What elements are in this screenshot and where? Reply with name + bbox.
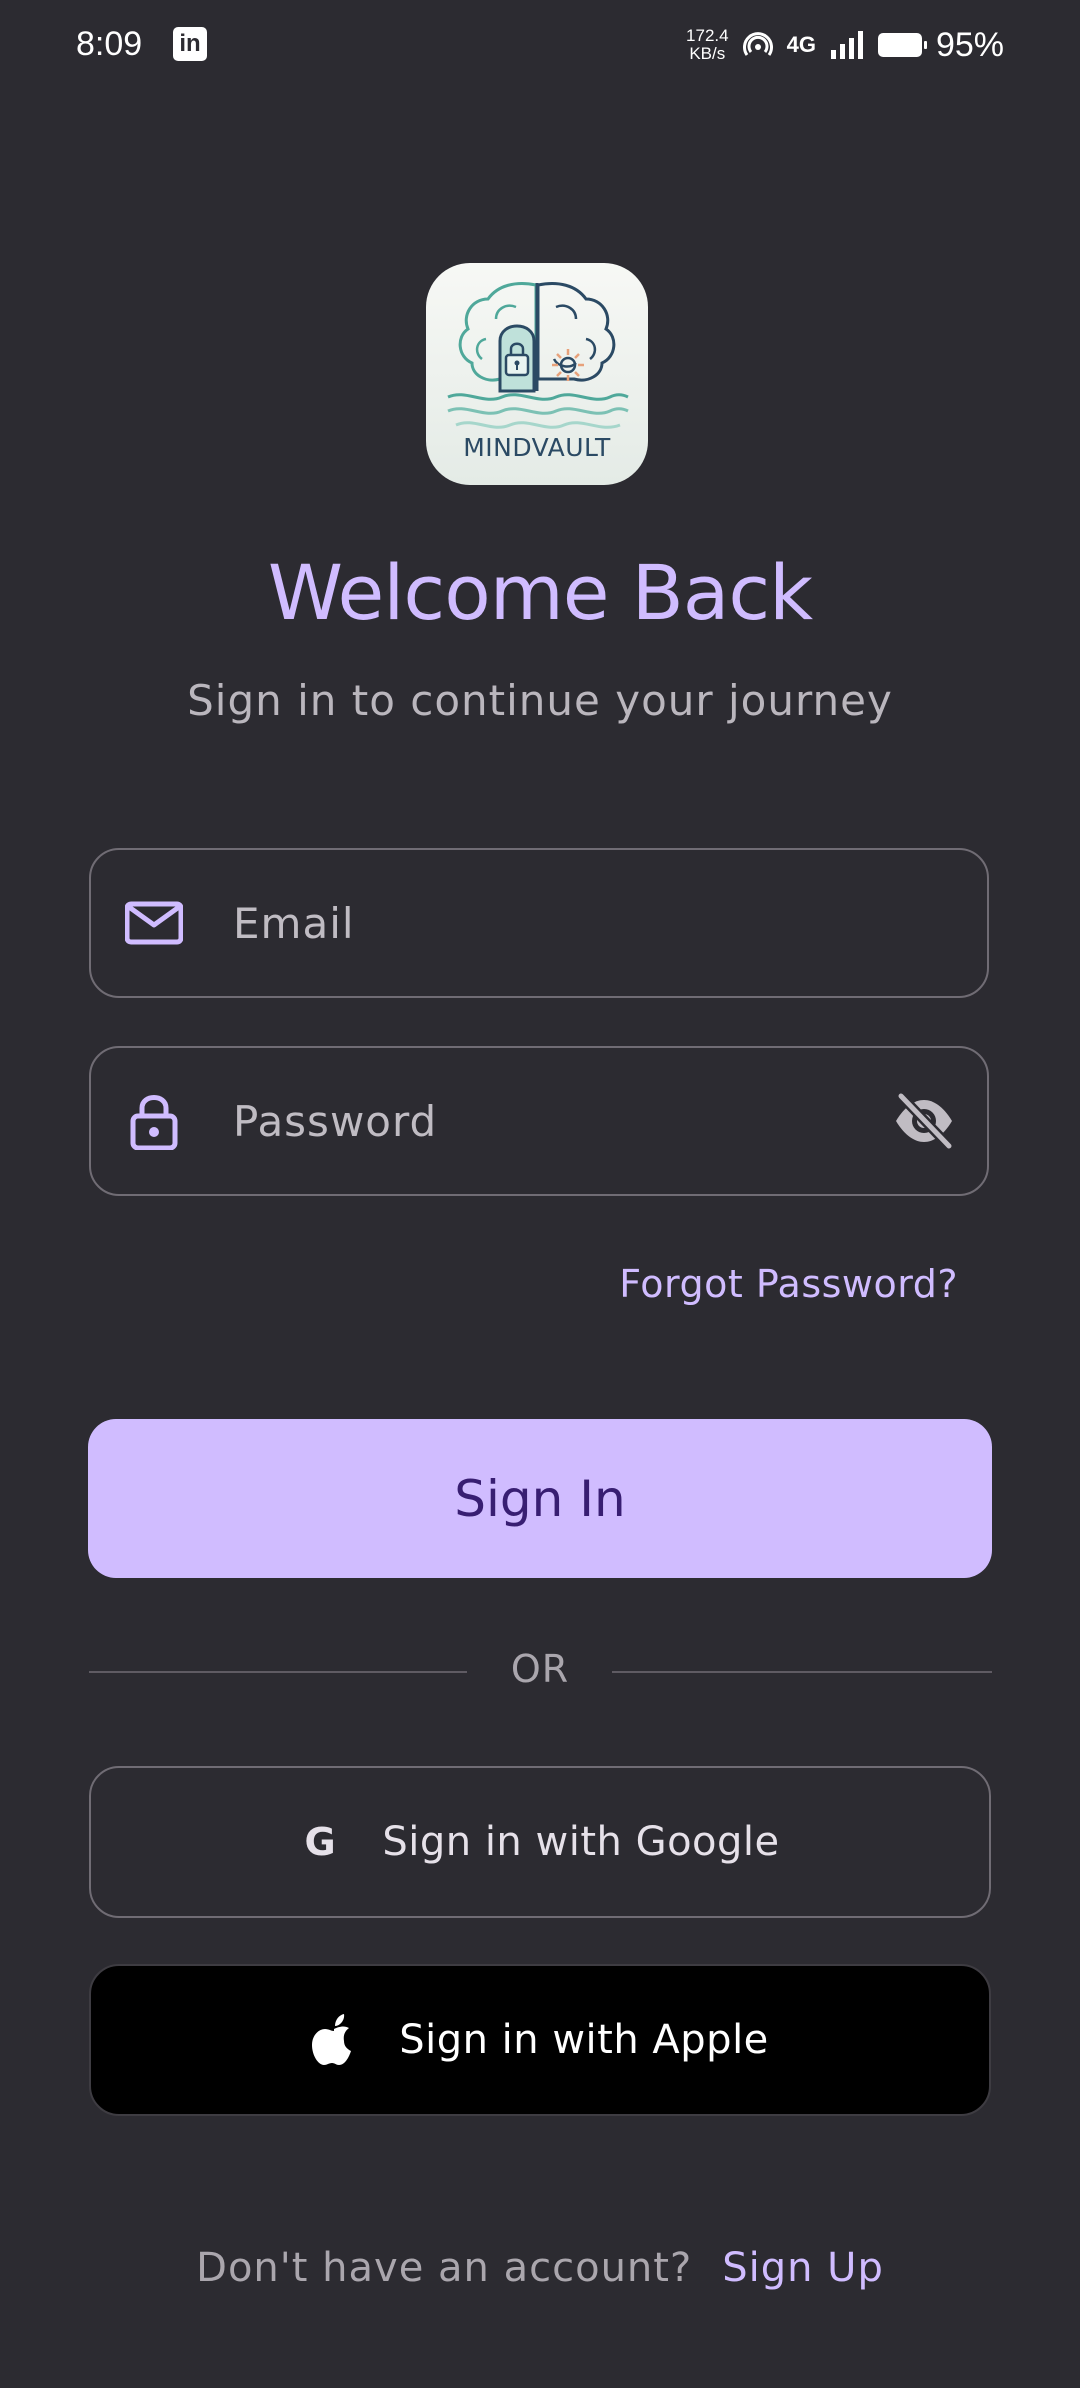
forgot-password-link[interactable]: Forgot Password? bbox=[619, 1262, 958, 1306]
network-speed: 172.4 KB/s bbox=[686, 27, 729, 63]
network-type: 4G bbox=[786, 32, 816, 57]
network-speed-value: 172.4 bbox=[686, 26, 729, 45]
battery-icon bbox=[877, 33, 927, 57]
page-subtitle: Sign in to continue your journey bbox=[187, 676, 893, 725]
apple-icon bbox=[312, 2014, 352, 2065]
login-screen: 8:09 in 172.4 KB/s 4G 95% MINDVAULT Welc… bbox=[0, 0, 1080, 2388]
page-title: Welcome Back bbox=[267, 548, 813, 637]
logo-wordmark: MINDVAULT bbox=[463, 433, 611, 462]
apple-sign-in-button[interactable]: Sign in with Apple bbox=[89, 1964, 991, 2116]
password-input[interactable] bbox=[233, 1048, 893, 1194]
divider-line-right bbox=[612, 1671, 992, 1673]
google-icon: G bbox=[304, 1820, 337, 1864]
status-indicators: 172.4 KB/s 4G 95% bbox=[686, 18, 1004, 72]
lock-icon bbox=[130, 1095, 178, 1150]
divider-label: OR bbox=[510, 1647, 570, 1691]
battery-percent: 95% bbox=[935, 25, 1004, 64]
mail-icon bbox=[125, 901, 183, 945]
status-time: 8:09 bbox=[76, 25, 143, 63]
sign-in-button[interactable]: Sign In bbox=[88, 1419, 992, 1578]
email-field[interactable] bbox=[89, 848, 989, 998]
apple-sign-in-label: Sign in with Apple bbox=[399, 2017, 769, 2063]
eye-off-icon[interactable] bbox=[893, 1092, 955, 1150]
signal-icon bbox=[830, 31, 863, 59]
sign-up-link[interactable]: Sign Up bbox=[722, 2245, 884, 2291]
linkedin-icon: in bbox=[173, 27, 207, 61]
network-speed-unit: KB/s bbox=[689, 44, 726, 63]
google-sign-in-button[interactable]: G Sign in with Google bbox=[89, 1766, 991, 1918]
google-sign-in-label: Sign in with Google bbox=[382, 1819, 780, 1865]
status-bar: 8:09 in 172.4 KB/s 4G 95% bbox=[0, 0, 1080, 90]
hotspot-icon bbox=[742, 32, 773, 56]
email-input[interactable] bbox=[233, 850, 893, 996]
password-field[interactable] bbox=[89, 1046, 989, 1196]
signup-prompt-text: Don't have an account? bbox=[196, 2245, 693, 2291]
signup-prompt: Don't have an account? Sign Up bbox=[0, 2245, 1080, 2291]
app-logo: MINDVAULT bbox=[426, 263, 648, 485]
